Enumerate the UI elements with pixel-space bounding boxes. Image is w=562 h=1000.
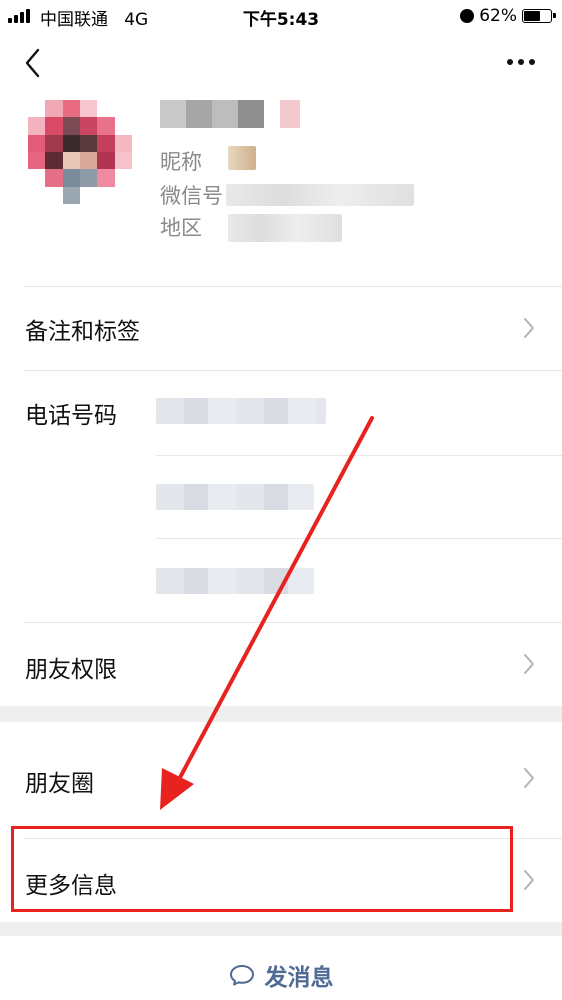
phone-number-blurred[interactable] bbox=[156, 484, 314, 510]
chevron-left-icon[interactable] bbox=[22, 46, 46, 80]
divider bbox=[24, 622, 562, 623]
divider bbox=[156, 538, 562, 539]
chevron-right-icon bbox=[524, 870, 534, 890]
nickname-label: 昵称 bbox=[160, 150, 202, 174]
row-label-moments: 朋友圈 bbox=[25, 771, 94, 797]
divider bbox=[24, 370, 562, 371]
send-message-button[interactable]: 发消息 bbox=[0, 955, 562, 995]
wechat-id-value-blurred bbox=[226, 184, 414, 206]
profile-name-blurred bbox=[160, 100, 300, 128]
chevron-right-icon bbox=[524, 318, 534, 338]
phone-number-blurred[interactable] bbox=[156, 398, 326, 424]
region-value-blurred bbox=[228, 214, 342, 242]
phone-number-blurred[interactable] bbox=[156, 568, 314, 594]
chat-bubble-icon bbox=[229, 965, 254, 986]
row-label-friend-permissions: 朋友权限 bbox=[25, 657, 117, 683]
row-label-remark-tags: 备注和标签 bbox=[25, 319, 140, 345]
highlight-box bbox=[11, 826, 513, 912]
chevron-right-icon bbox=[524, 654, 534, 674]
section-gap bbox=[0, 922, 562, 936]
avatar[interactable] bbox=[28, 100, 132, 204]
nickname-value-blurred bbox=[228, 146, 256, 170]
battery-percent: 62% bbox=[479, 6, 517, 26]
chevron-right-icon bbox=[524, 768, 534, 788]
status-bar: 中国联通 4G 下午5:43 62% bbox=[0, 0, 562, 34]
send-message-label: 发消息 bbox=[264, 965, 334, 991]
row-label-phone: 电话号码 bbox=[25, 403, 117, 429]
divider bbox=[24, 286, 562, 287]
alarm-icon bbox=[460, 9, 475, 23]
section-gap bbox=[0, 706, 562, 722]
wechat-id-label: 微信号 bbox=[160, 184, 223, 208]
region-label: 地区 bbox=[160, 216, 202, 240]
divider bbox=[156, 455, 562, 456]
battery-icon bbox=[522, 9, 556, 23]
more-horizontal-icon[interactable] bbox=[506, 54, 536, 70]
